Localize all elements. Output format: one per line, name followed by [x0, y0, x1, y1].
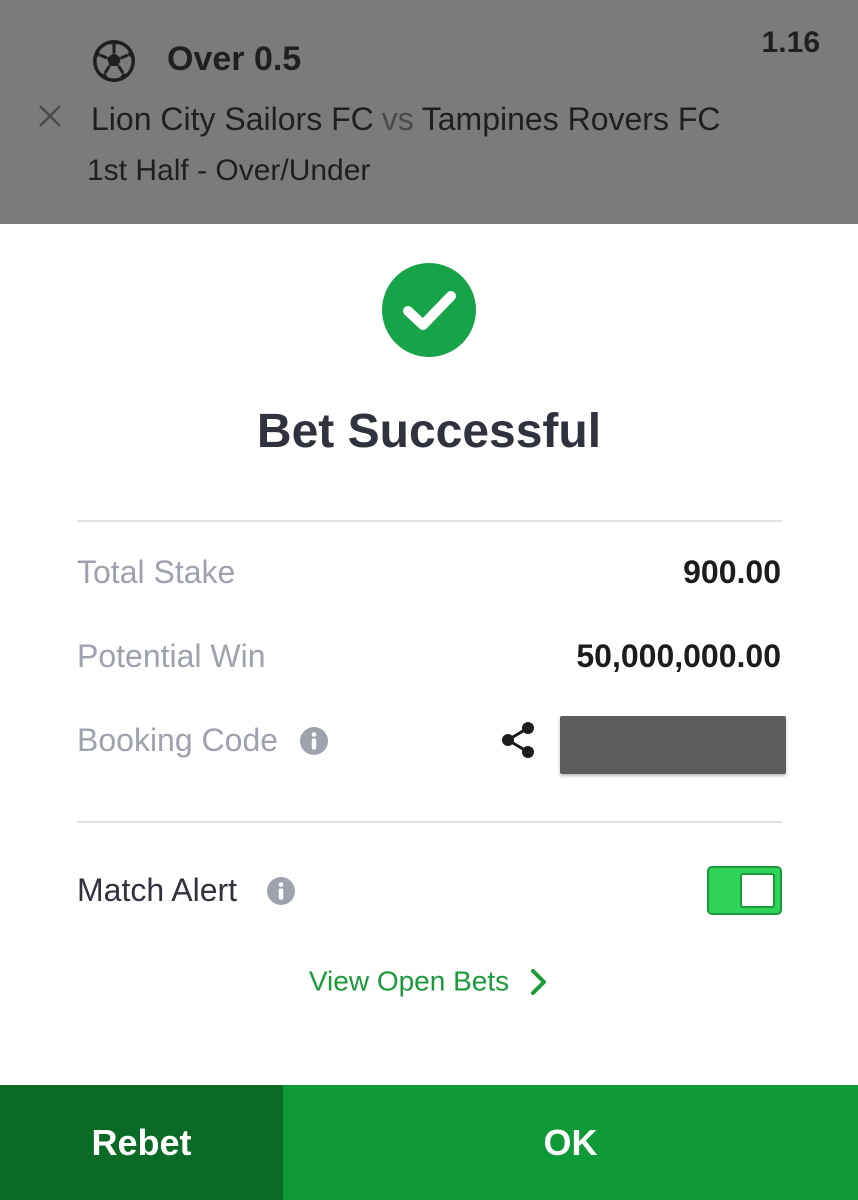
home-team: Lion City Sailors FC: [91, 101, 374, 137]
selection-name: Over 0.5: [167, 40, 302, 78]
soccer-ball-icon: [93, 40, 135, 82]
bet-slip-background: Over 0.5 1.16 Lion City Sailors FC vs Tamp…: [0, 0, 858, 224]
toggle-knob: [740, 873, 775, 908]
market-name: 1st Half - Over/Under: [87, 154, 371, 187]
bet-success-dialog: Bet Successful Total Stake 900.00 Potent…: [0, 224, 858, 1200]
view-open-bets-link[interactable]: View Open Bets: [0, 964, 858, 998]
potential-win-value: 50,000,000.00: [576, 638, 781, 674]
dialog-title: Bet Successful: [256, 405, 602, 458]
total-stake-label: Total Stake: [77, 554, 236, 590]
booking-code-label: Booking Code: [77, 722, 279, 758]
away-team: Tampines Rovers FC: [421, 101, 721, 137]
chevron-right-icon: [531, 968, 547, 995]
bet-success-screen: Over 0.5 1.16 Lion City Sailors FC vs Tamp…: [0, 0, 858, 1200]
match-alert-label: Match Alert: [77, 872, 238, 908]
match-alert-toggle[interactable]: [707, 866, 782, 915]
ok-button[interactable]: OK: [283, 1085, 858, 1200]
divider: [77, 520, 782, 522]
match-teams: Lion City Sailors FC vs Tampines Rovers FC: [91, 101, 721, 138]
booking-code-value[interactable]: [560, 716, 786, 774]
divider: [77, 821, 782, 823]
info-icon[interactable]: [299, 726, 329, 756]
close-icon[interactable]: [37, 103, 63, 129]
info-icon[interactable]: [266, 876, 296, 906]
rebet-button[interactable]: Rebet: [0, 1085, 283, 1200]
check-circle-icon: [382, 263, 476, 357]
share-icon[interactable]: [500, 720, 536, 760]
total-stake-value: 900.00: [683, 554, 781, 590]
selection-odds: 1.16: [761, 26, 820, 59]
view-open-bets-label: View Open Bets: [308, 965, 510, 997]
potential-win-label: Potential Win: [77, 638, 266, 674]
vs-label: vs: [381, 101, 414, 137]
